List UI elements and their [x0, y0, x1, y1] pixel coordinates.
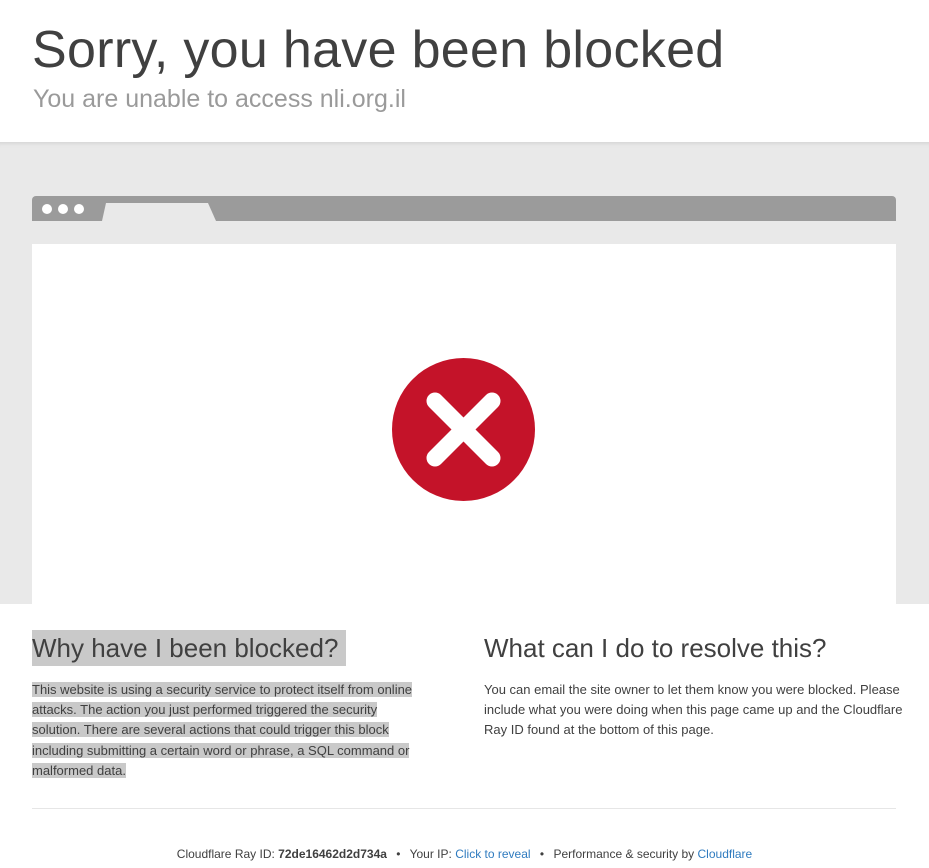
footer: Cloudflare Ray ID: 72de16462d2d734a • Yo… — [0, 845, 929, 863]
performance-label: Performance & security by — [553, 847, 695, 861]
why-blocked-heading: Why have I been blocked? — [32, 630, 432, 666]
why-blocked-heading-text: Why have I been blocked? — [32, 630, 347, 666]
why-blocked-section: Why have I been blocked? This website is… — [32, 630, 432, 781]
cloudflare-link[interactable]: Cloudflare — [698, 847, 753, 861]
browser-illustration-bar — [32, 196, 896, 221]
resolve-heading: What can I do to resolve this? — [484, 633, 827, 663]
why-blocked-line: malformed data. — [32, 762, 126, 778]
why-blocked-line: This website is using a security service… — [32, 682, 413, 697]
why-blocked-line: attacks. The action you just performed t… — [32, 702, 378, 718]
footer-separator: • — [539, 847, 545, 861]
page-title: Sorry, you have been blocked — [32, 21, 725, 79]
browser-dot-icon — [42, 204, 52, 214]
ray-id-label: Cloudflare Ray ID: — [176, 847, 275, 861]
why-blocked-line: including submitting a certain word or p… — [32, 742, 410, 758]
reveal-ip-link[interactable]: Click to reveal — [455, 847, 530, 861]
browser-tab-shape — [102, 203, 216, 221]
why-blocked-text: This website is using a security service… — [32, 680, 432, 781]
page-subtitle: You are unable to access nli.org.il — [33, 85, 406, 113]
resolve-section: What can I do to resolve this? You can e… — [484, 630, 904, 741]
footer-separator: • — [396, 847, 401, 861]
footer-divider — [32, 808, 896, 809]
page-header: Sorry, you have been blocked You are una… — [0, 0, 929, 142]
browser-dot-icon — [74, 204, 84, 214]
browser-dot-icon — [58, 204, 68, 214]
why-blocked-line: solution. There are several actions that… — [32, 722, 389, 738]
ip-label: Your IP: — [409, 847, 452, 861]
error-x-circle-icon — [392, 358, 535, 501]
ray-id-value: 72de16462d2d734a — [278, 847, 387, 861]
resolve-text: You can email the site owner to let them… — [484, 682, 903, 738]
browser-illustration-window — [32, 244, 896, 604]
